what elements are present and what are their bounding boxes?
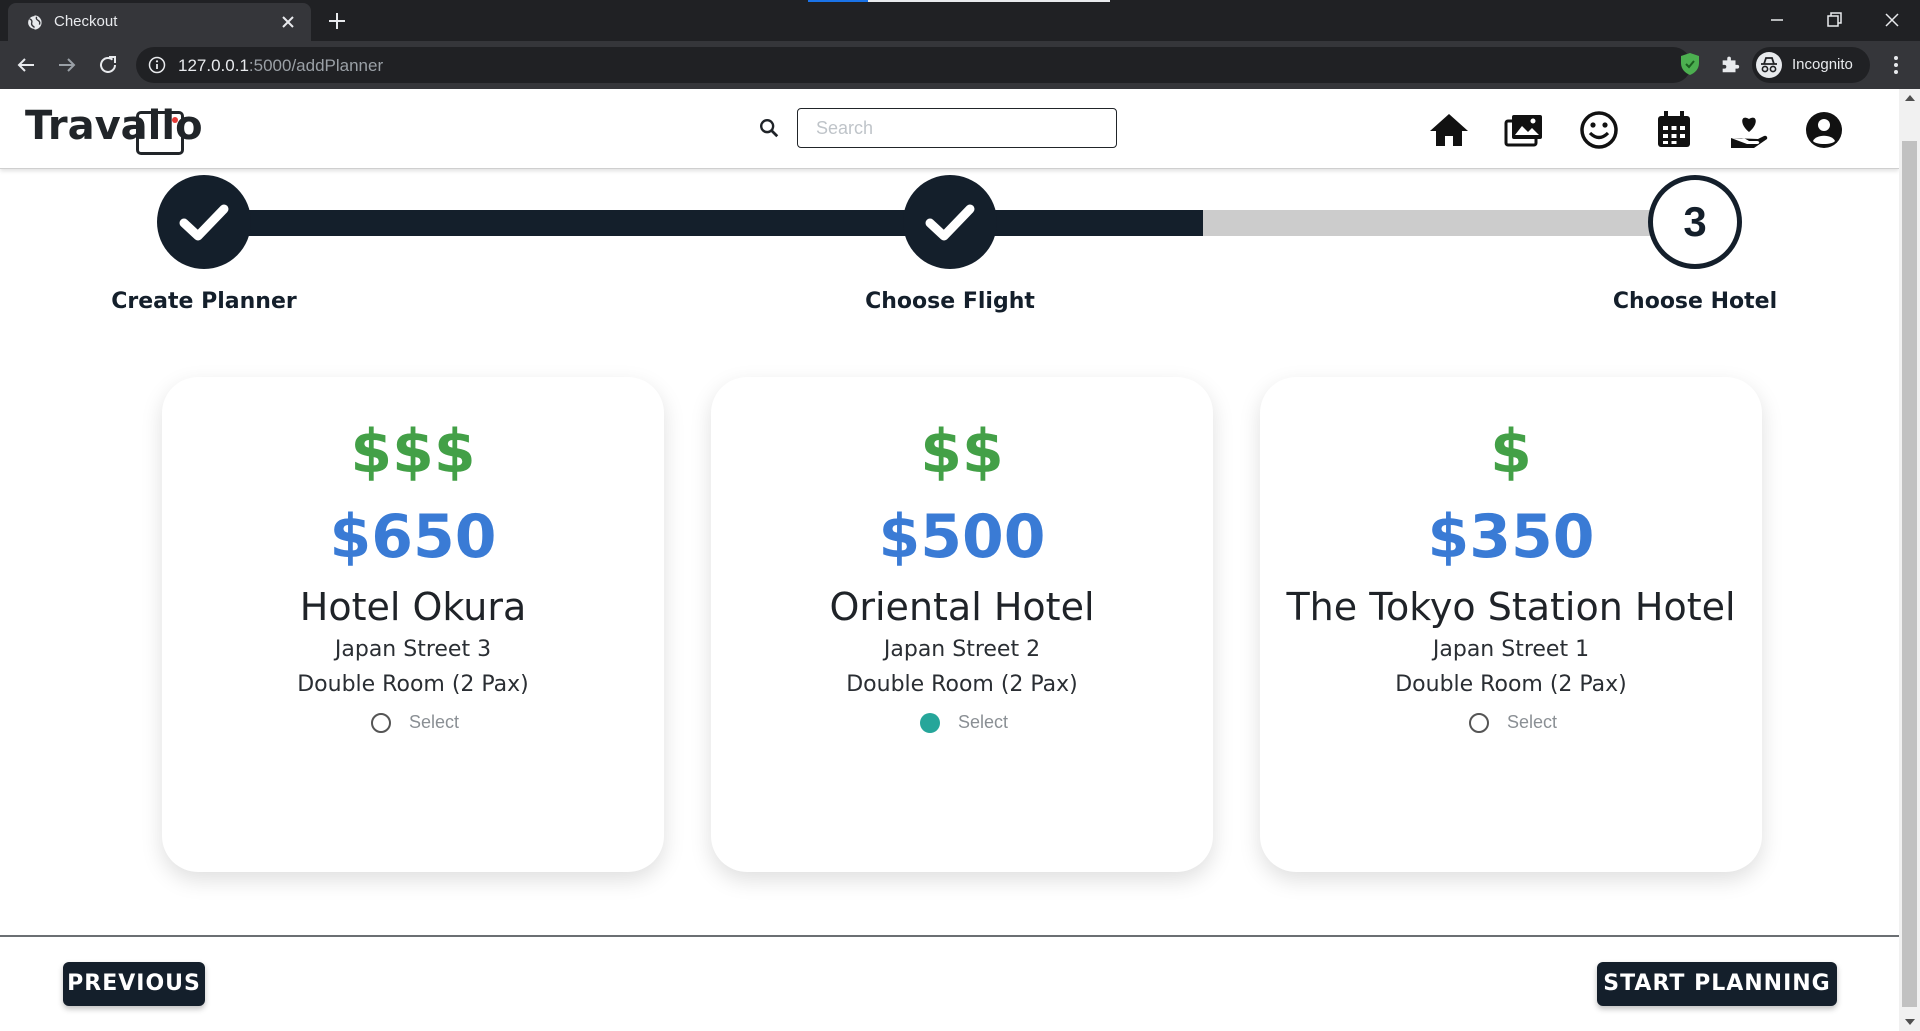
hotel-price: $500 [878,502,1046,572]
address-bar[interactable]: 127.0.0.1:5000/addPlanner [136,47,1785,83]
hotel-room-type: Double Room (2 Pax) [297,672,529,697]
step-choose-flight [903,175,997,269]
price-tier: $$$ [350,417,476,487]
home-icon[interactable] [1428,110,1470,150]
hotel-name: The Tokyo Station Hotel [1286,585,1736,629]
hotel-name: Oriental Hotel [829,585,1095,629]
price-tier: $ [1490,417,1532,487]
calendar-icon[interactable] [1653,110,1695,150]
hotel-room-type: Double Room (2 Pax) [1395,672,1627,697]
globe-icon [26,14,42,31]
search-input[interactable] [797,108,1117,148]
hotel-address: Japan Street 3 [334,637,492,662]
browser-tab-checkout[interactable]: Checkout [8,3,311,41]
search-icon[interactable] [758,117,780,139]
previous-button[interactable]: PREVIOUS [63,962,205,1006]
gallery-icon[interactable] [1503,110,1545,150]
hotel-address: Japan Street 2 [883,637,1041,662]
incognito-profile[interactable]: Incognito [1752,47,1870,83]
step-label: Choose Flight [865,289,1035,314]
browser-menu-icon[interactable] [1884,53,1908,77]
page-scrollbar[interactable] [1899,89,1920,1031]
hotel-card[interactable]: $$$ $650 Hotel Okura Japan Street 3 Doub… [162,377,664,872]
extensions-puzzle-icon[interactable] [1719,53,1741,75]
account-icon[interactable] [1803,110,1845,150]
hotel-card[interactable]: $ $350 The Tokyo Station Hotel Japan Str… [1260,377,1762,872]
logo-frame-icon [136,111,184,155]
select-label[interactable]: Select [958,712,1008,733]
checkmark-icon [925,204,975,241]
checkmark-icon [179,204,229,241]
scrollbar-thumb[interactable] [1902,141,1917,1007]
minimize-icon[interactable] [1763,6,1791,34]
select-label[interactable]: Select [1507,712,1557,733]
progress-track-completed [205,210,1203,236]
scroll-down-arrow-icon[interactable] [1905,1019,1915,1025]
back-arrow-icon[interactable] [14,53,38,77]
site-navbar: Travallo [0,89,1899,169]
close-tab-icon[interactable] [278,12,298,32]
url-host: 127.0.0.1 [178,56,249,75]
footer-divider [0,935,1899,937]
step-number: 3 [1683,198,1707,245]
hotel-card[interactable]: $$ $500 Oriental Hotel Japan Street 2 Do… [711,377,1213,872]
browser-tabstrip: Checkout [0,0,1920,41]
scroll-up-arrow-icon[interactable] [1905,95,1915,101]
hotel-select-option[interactable]: Select [711,710,1213,736]
step-label: Create Planner [111,289,297,314]
tab-loading-indicator [808,0,1110,2]
url-text: 127.0.0.1:5000/addPlanner [178,56,383,76]
select-radio[interactable] [920,713,940,733]
info-icon[interactable] [148,56,166,74]
price-tier: $$ [920,417,1004,487]
progress-track-remaining [1203,210,1651,236]
incognito-icon [1756,52,1782,78]
step-create-planner [157,175,251,269]
select-label[interactable]: Select [409,712,459,733]
reload-icon[interactable] [96,53,120,77]
hotel-address: Japan Street 1 [1432,637,1590,662]
hotel-price: $350 [1427,502,1595,572]
hotel-name: Hotel Okura [299,585,527,629]
smiley-icon[interactable] [1578,110,1620,150]
hotel-select-option[interactable]: Select [162,710,664,736]
tab-title: Checkout [54,13,118,30]
step-choose-hotel: 3 [1648,175,1742,269]
care-hand-icon[interactable] [1728,110,1770,150]
select-radio[interactable] [1469,713,1489,733]
window-close-icon[interactable] [1878,6,1906,34]
start-planning-button[interactable]: START PLANNING [1597,962,1837,1006]
hotel-select-option[interactable]: Select [1260,710,1762,736]
hotel-room-type: Double Room (2 Pax) [846,672,1078,697]
new-tab-icon[interactable] [326,10,348,32]
shield-extension-icon[interactable] [1679,52,1701,76]
browser-toolbar: 127.0.0.1:5000/addPlanner Incognito [0,41,1920,89]
restore-icon[interactable] [1820,6,1848,34]
page-viewport: Travallo 3 Create Planner Choose Flight … [0,89,1899,1031]
forward-arrow-icon[interactable] [55,53,79,77]
step-label: Choose Hotel [1612,289,1778,314]
hotel-price: $650 [329,502,497,572]
select-radio[interactable] [371,713,391,733]
profile-label: Incognito [1792,56,1853,73]
url-path: :5000/addPlanner [248,56,384,75]
